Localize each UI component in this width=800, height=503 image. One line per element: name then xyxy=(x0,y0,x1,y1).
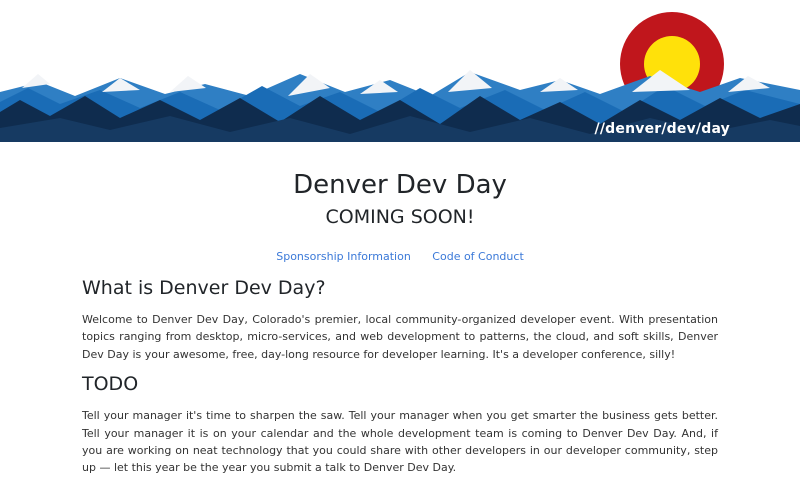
section-heading-what: What is Denver Dev Day? xyxy=(82,277,326,299)
section-body-todo: Tell your manager it's time to sharpen t… xyxy=(82,409,718,475)
section-heading-todo: TODO xyxy=(82,373,139,396)
site-tag: //denver/dev/day xyxy=(594,121,730,137)
code-of-conduct-link[interactable]: Code of Conduct xyxy=(432,250,523,263)
page-subtitle: COMING SOON! xyxy=(325,206,475,228)
main-content: What is Denver Dev Day? Welcome to Denve… xyxy=(0,275,800,477)
section-body-what: Welcome to Denver Dev Day, Colorado's pr… xyxy=(82,313,718,361)
info-links: Sponsorship Information Code of Conduct xyxy=(0,250,800,263)
sponsorship-link[interactable]: Sponsorship Information xyxy=(276,250,411,263)
header-banner: //denver/dev/day xyxy=(0,0,800,142)
hero: Denver Dev Day COMING SOON! xyxy=(0,142,800,230)
page-title: Denver Dev Day xyxy=(293,170,507,200)
